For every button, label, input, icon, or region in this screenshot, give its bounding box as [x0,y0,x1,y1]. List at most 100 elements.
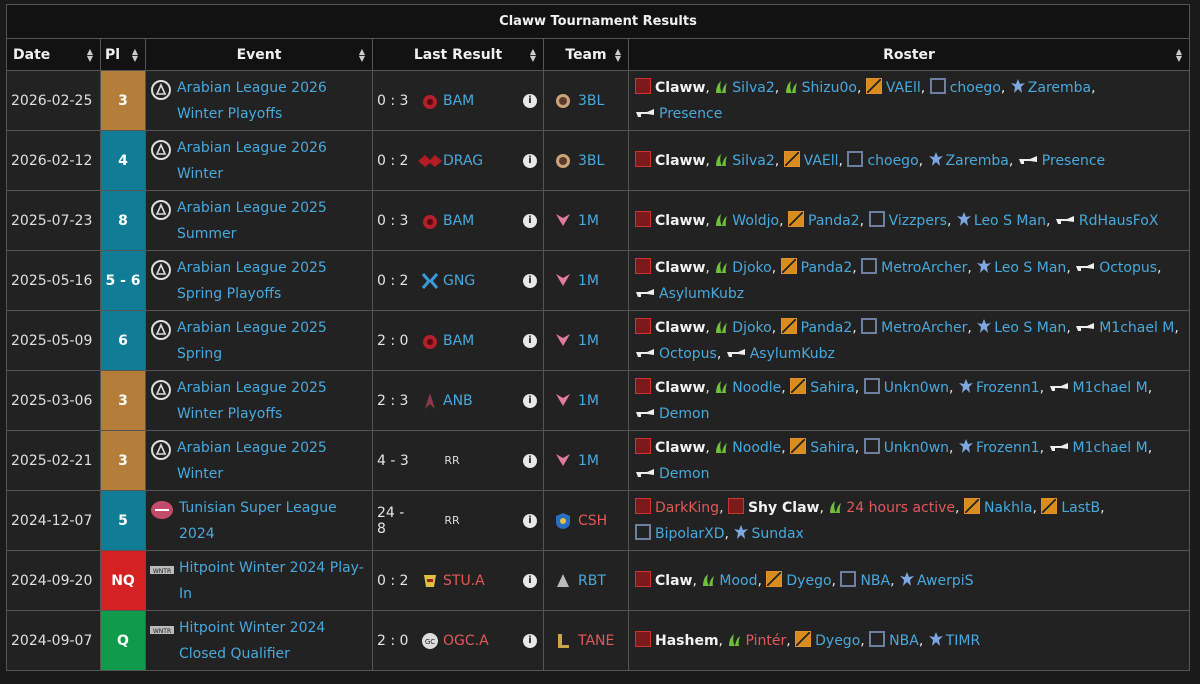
player-link[interactable]: Frozenn1 [976,380,1040,396]
player-link[interactable]: LastB [1061,500,1100,516]
player-link[interactable]: Octopus [1099,260,1157,276]
arabian-league-icon[interactable] [150,319,172,350]
hitpoint-icon[interactable]: WNTR [150,559,174,585]
info-icon[interactable]: i [523,213,537,228]
player-link[interactable]: BipolarXD [655,526,725,542]
player-name[interactable]: Claww [655,440,705,456]
player-name[interactable]: Shy Claw [748,500,820,516]
opponent-link[interactable]: BAM [443,333,513,349]
arabian-league-icon[interactable] [150,439,172,470]
info-icon[interactable]: i [523,633,537,648]
player-link[interactable]: 24 hours active [846,500,955,516]
team-link[interactable]: RBT [578,573,606,589]
player-name[interactable]: Claww [655,80,705,96]
column-header-date[interactable]: Date ▲ ▼ [6,38,101,71]
hitpoint-icon[interactable]: WNTR [150,619,174,645]
event-link[interactable]: Arabian League 2025 Winter [177,435,368,487]
column-header-place[interactable]: Pl ▲ ▼ [100,38,146,71]
player-link[interactable]: choego [950,80,1001,96]
player-link[interactable]: Leo S Man [974,213,1046,229]
player-link[interactable]: Nakhla [984,500,1033,516]
sort-icon[interactable]: ▲ ▼ [87,47,93,62]
3bl-icon[interactable] [548,92,578,110]
team-link[interactable]: 1M [578,393,599,409]
sort-icon[interactable]: ▲ ▼ [132,47,138,62]
1m-icon[interactable] [548,452,578,470]
player-link[interactable]: NBA [889,633,919,649]
player-link[interactable]: Noodle [732,380,781,396]
sort-icon[interactable]: ▲ ▼ [1176,47,1182,62]
player-link[interactable]: Silva2 [732,153,774,169]
team-link[interactable]: 1M [578,453,599,469]
anb-icon[interactable] [417,392,443,410]
player-name[interactable]: Claww [655,260,705,276]
player-link[interactable]: RdHausFoX [1079,213,1159,229]
event-link[interactable]: Arabian League 2025 Spring Playoffs [177,255,368,307]
player-link[interactable]: Zaremba [1028,80,1091,96]
player-link[interactable]: MetroArcher [881,320,967,336]
event-link[interactable]: Arabian League 2025 Spring [177,315,368,367]
1m-icon[interactable] [548,272,578,290]
player-link[interactable]: NBA [860,573,890,589]
sort-icon[interactable]: ▲ ▼ [530,47,536,62]
player-link[interactable]: Octopus [659,346,717,362]
column-header-team[interactable]: Team ▲ ▼ [543,38,629,71]
column-header-roster[interactable]: Roster ▲ ▼ [627,38,1191,71]
player-link[interactable]: Mood [719,573,757,589]
3bl-icon[interactable] [548,152,578,170]
info-icon[interactable]: i [523,573,537,588]
player-link[interactable]: Zaremba [946,153,1009,169]
info-icon[interactable]: i [523,93,537,108]
player-link[interactable]: VAEll [886,80,921,96]
tunisian-league-icon[interactable] [150,499,174,530]
player-link[interactable]: Panda2 [801,260,853,276]
info-icon[interactable]: i [523,453,537,468]
bam-icon[interactable] [417,92,443,110]
player-link[interactable]: Pintér [745,633,786,649]
opponent-link[interactable]: STU.A [443,573,513,589]
player-link[interactable]: Frozenn1 [976,440,1040,456]
1m-icon[interactable] [548,212,578,230]
arabian-league-icon[interactable] [150,259,172,290]
event-link[interactable]: Arabian League 2025 Winter Playoffs [177,375,368,427]
player-link[interactable]: Panda2 [801,320,853,336]
arabian-league-icon[interactable] [150,79,172,110]
team-link[interactable]: TANE [578,633,614,649]
player-link[interactable]: M1chael M [1099,320,1174,336]
event-link[interactable]: Hitpoint Winter 2024 Play-In [179,555,368,607]
player-link[interactable]: Leo S Man [994,320,1066,336]
player-link[interactable]: Djoko [732,320,771,336]
player-link[interactable]: Vizzpers [889,213,947,229]
player-name[interactable]: Hashem [655,633,719,649]
event-link[interactable]: Hitpoint Winter 2024 Closed Qualifier [179,615,368,667]
player-link[interactable]: AwerpiS [917,573,974,589]
info-icon[interactable]: i [523,333,537,348]
csh-icon[interactable] [548,512,578,530]
info-icon[interactable]: i [523,273,537,288]
1m-icon[interactable] [548,332,578,350]
player-link[interactable]: Presence [1042,153,1105,169]
player-name[interactable]: Claww [655,380,705,396]
player-link[interactable]: choego [867,153,918,169]
player-link[interactable]: Leo S Man [994,260,1066,276]
player-link[interactable]: Unkn0wn [884,440,949,456]
drag-icon[interactable] [417,152,443,170]
opponent-link[interactable]: ANB [443,393,513,409]
event-link[interactable]: Arabian League 2025 Summer [177,195,368,247]
player-link[interactable]: Panda2 [808,213,860,229]
opponent-link[interactable]: GNG [443,273,513,289]
player-link[interactable]: M1chael M [1073,380,1148,396]
info-icon[interactable]: i [523,153,537,168]
player-link[interactable]: TIMR [946,633,981,649]
player-link[interactable]: AsylumKubz [659,286,744,302]
player-link[interactable]: Sahira [810,380,855,396]
team-link[interactable]: CSH [578,513,607,529]
player-link[interactable]: Sahira [810,440,855,456]
ogc-icon[interactable]: GC [417,631,443,651]
player-link[interactable]: Sundax [751,526,803,542]
rbt-icon[interactable] [548,572,578,590]
opponent-link[interactable]: BAM [443,93,513,109]
team-link[interactable]: 3BL [578,93,604,109]
player-link[interactable]: DarkKing [655,500,719,516]
event-link[interactable]: Tunisian Super League 2024 [179,495,368,547]
